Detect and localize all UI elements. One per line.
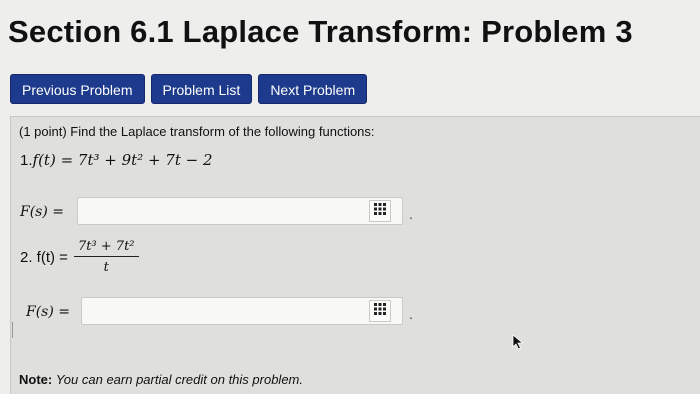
part1-function: 1.f(t) = 7t³ + 9t² + 7t − 2 — [20, 151, 213, 169]
part1-answer-period: . — [409, 206, 413, 222]
part2-label: 2. f(t) = — [20, 248, 68, 266]
part1-expression: f(t) = 7t³ + 9t² + 7t − 2 — [32, 151, 213, 169]
text-caret-mark — [12, 322, 13, 338]
partial-credit-note: Note: You can earn partial credit on thi… — [19, 372, 303, 387]
next-problem-button[interactable]: Next Problem — [258, 74, 368, 104]
grid-icon — [374, 202, 386, 220]
cursor-arrow-icon — [512, 334, 526, 355]
grid-icon — [374, 302, 386, 320]
part2-equation-editor-button[interactable] — [369, 300, 391, 322]
page-title: Section 6.1 Laplace Transform: Problem 3 — [8, 14, 633, 49]
part1-number: 1. — [20, 152, 33, 169]
part2-function: 2. f(t) = 7t³ + 7t² t — [20, 239, 139, 275]
note-label: Note: — [19, 372, 53, 387]
part2-answer-label: F(s) = — [26, 304, 71, 320]
problem-navigation: Previous Problem Problem List Next Probl… — [10, 74, 368, 104]
part2-denominator: t — [103, 260, 109, 275]
problem-panel: (1 point) Find the Laplace transform of … — [10, 116, 700, 394]
part2-numerator: 7t³ + 7t² — [73, 239, 139, 257]
previous-problem-button[interactable]: Previous Problem — [10, 74, 145, 104]
problem-list-button[interactable]: Problem List — [150, 74, 253, 104]
part1-answer-label: F(s) = — [20, 204, 65, 220]
part1-answer-input[interactable] — [77, 197, 403, 225]
problem-intro: (1 point) Find the Laplace transform of … — [19, 124, 375, 139]
part2-answer-input[interactable] — [81, 297, 403, 325]
note-text: You can earn partial credit on this prob… — [55, 372, 303, 387]
part2-answer-period: . — [409, 306, 413, 322]
part2-fraction: 7t³ + 7t² t — [73, 239, 139, 275]
part1-equation-editor-button[interactable] — [369, 200, 391, 222]
